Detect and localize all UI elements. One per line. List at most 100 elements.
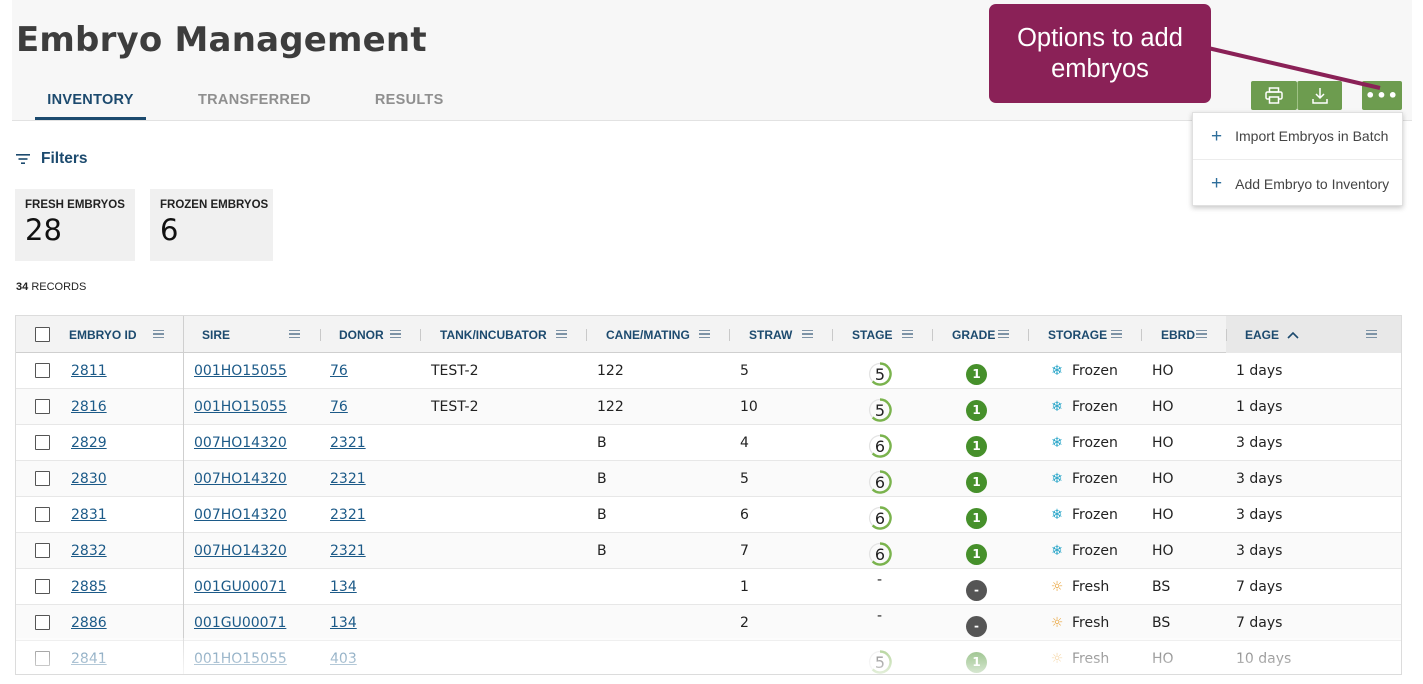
table-row[interactable]: 2830 007HO14320 2321 B 5 HO 3 days 6 1 ❄ Frozen	[16, 461, 1401, 497]
cell-ebrd: HO	[1152, 533, 1174, 569]
storage-label: Frozen	[1072, 471, 1118, 487]
frozen-embryos-card: FROZEN EMBRYOS 6	[150, 189, 273, 261]
cell-embryo-id-link[interactable]: 2886	[71, 615, 107, 631]
cell-sire-link[interactable]: 007HO14320	[194, 435, 287, 451]
cell-tank: TEST-2	[431, 353, 479, 389]
column-menu-icon[interactable]	[1366, 327, 1377, 341]
filters-toggle[interactable]: Filters	[16, 150, 88, 168]
cell-donor-link[interactable]: 2321	[330, 543, 366, 559]
column-menu-icon[interactable]	[556, 327, 567, 341]
cell-eage: 10 days	[1236, 641, 1291, 674]
header-sire[interactable]: SIRE	[202, 316, 230, 353]
row-checkbox[interactable]	[35, 615, 50, 630]
header-ebrd[interactable]: EBRD	[1161, 316, 1195, 353]
table-row[interactable]: 2811 001HO15055 76 TEST-2 122 5 HO 1 days 5 1 ❄ Fro…	[16, 353, 1401, 389]
select-all-checkbox[interactable]	[35, 327, 50, 342]
header-embryo-id[interactable]: EMBRYO ID	[69, 316, 137, 353]
row-checkbox[interactable]	[35, 399, 50, 414]
cell-eage-text: 3 days	[1236, 435, 1283, 451]
column-menu-icon[interactable]	[289, 327, 300, 341]
table-row[interactable]: 2831 007HO14320 2321 B 6 HO 3 days 6 1 ❄ Frozen	[16, 497, 1401, 533]
stage-ring-icon: 6	[868, 470, 892, 494]
table-row[interactable]: 2885 001GU00071 134 1 BS 7 days - - ☼ Fresh	[16, 569, 1401, 605]
header-eage[interactable]: EAGE	[1245, 316, 1299, 353]
cell-embryo-id-link[interactable]: 2811	[71, 363, 107, 379]
snowflake-icon: ❄	[1051, 543, 1063, 559]
column-menu-icon[interactable]	[1111, 327, 1122, 341]
cell-donor-link[interactable]: 403	[330, 651, 357, 667]
header-storage[interactable]: STORAGE	[1048, 316, 1107, 353]
row-checkbox[interactable]	[35, 579, 50, 594]
cell-eage-text: 3 days	[1236, 543, 1283, 559]
cell-donor-link[interactable]: 134	[330, 579, 357, 595]
cell-sire-link[interactable]: 001GU00071	[194, 615, 286, 631]
cell-grade: 1	[966, 353, 987, 389]
table-row[interactable]: 2886 001GU00071 134 2 BS 7 days - - ☼ Fresh	[16, 605, 1401, 641]
column-menu-icon[interactable]	[1196, 327, 1207, 341]
cell-donor-link[interactable]: 2321	[330, 435, 366, 451]
cell-cane: 122	[597, 353, 624, 389]
menu-item-add-embryo[interactable]: + Add Embryo to Inventory	[1193, 160, 1402, 207]
cell-embryo-id-link[interactable]: 2830	[71, 471, 107, 487]
cell-sire-link[interactable]: 007HO14320	[194, 507, 287, 523]
column-menu-icon[interactable]	[802, 327, 813, 341]
row-checkbox[interactable]	[35, 435, 50, 450]
grade-badge: 1	[966, 507, 987, 529]
header-tank-incubator[interactable]: TANK/INCUBATOR	[440, 316, 547, 353]
column-menu-icon[interactable]	[902, 327, 913, 341]
stage-ring-icon: 5	[868, 362, 892, 386]
cell-embryo-id: 2830	[71, 461, 107, 497]
header-stage[interactable]: STAGE	[852, 316, 892, 353]
cell-embryo-id-link[interactable]: 2816	[71, 399, 107, 415]
cell-donor-link[interactable]: 76	[330, 363, 348, 379]
cell-embryo-id-link[interactable]: 2832	[71, 543, 107, 559]
row-checkbox[interactable]	[35, 363, 50, 378]
cell-sire-link[interactable]: 007HO14320	[194, 471, 287, 487]
callout-line-1: Options to add	[1017, 24, 1183, 52]
column-separator	[420, 329, 421, 341]
cell-storage: ☼ Fresh	[1049, 569, 1110, 605]
row-checkbox[interactable]	[35, 471, 50, 486]
cell-sire-link[interactable]: 001HO15055	[194, 399, 287, 415]
stage-value: 6	[874, 544, 886, 564]
column-menu-icon[interactable]	[390, 327, 401, 341]
cell-stage: 6	[868, 461, 892, 497]
stage-empty: -	[877, 608, 883, 624]
row-checkbox[interactable]	[35, 507, 50, 522]
header-donor[interactable]: DONOR	[339, 316, 384, 353]
header-grade[interactable]: GRADE	[952, 316, 995, 353]
header-straw[interactable]: STRAW	[749, 316, 792, 353]
cell-donor: 134	[330, 605, 357, 641]
cell-embryo-id-link[interactable]: 2831	[71, 507, 107, 523]
cell-embryo-id-link[interactable]: 2885	[71, 579, 107, 595]
cell-sire-link[interactable]: 001GU00071	[194, 579, 286, 595]
cell-sire: 001GU00071	[194, 569, 286, 605]
cell-eage: 3 days	[1236, 461, 1282, 497]
cell-donor-link[interactable]: 134	[330, 615, 357, 631]
table-row[interactable]: 2841 001HO15055 403 HO 10 days 5 1 ☼ Fresh	[16, 641, 1401, 674]
cell-donor-link[interactable]: 2321	[330, 507, 366, 523]
cell-ebrd: HO	[1152, 461, 1174, 497]
column-menu-icon[interactable]	[699, 327, 710, 341]
cell-embryo-id: 2886	[71, 605, 107, 641]
cell-sire-link[interactable]: 001HO15055	[194, 651, 287, 667]
table-row[interactable]: 2816 001HO15055 76 TEST-2 122 10 HO 1 days 5 1 ❄ Fr…	[16, 389, 1401, 425]
menu-item-import-batch[interactable]: + Import Embryos in Batch	[1193, 113, 1402, 160]
cell-embryo-id-link[interactable]: 2829	[71, 435, 107, 451]
row-checkbox[interactable]	[35, 651, 50, 666]
cell-embryo-id-link[interactable]: 2841	[71, 651, 107, 667]
column-menu-icon[interactable]	[153, 327, 164, 341]
row-checkbox[interactable]	[35, 543, 50, 558]
cell-donor-link[interactable]: 2321	[330, 471, 366, 487]
cell-cane: B	[597, 533, 607, 569]
cell-straw: 4	[740, 425, 749, 461]
cell-sire-link[interactable]: 001HO15055	[194, 363, 287, 379]
snowflake-icon: ❄	[1051, 399, 1063, 415]
column-menu-icon[interactable]	[998, 327, 1009, 341]
cell-sire: 007HO14320	[194, 461, 287, 497]
table-row[interactable]: 2829 007HO14320 2321 B 4 HO 3 days 6 1 ❄ Frozen	[16, 425, 1401, 461]
cell-sire-link[interactable]: 007HO14320	[194, 543, 287, 559]
header-cane-mating[interactable]: CANE/MATING	[606, 316, 690, 353]
table-row[interactable]: 2832 007HO14320 2321 B 7 HO 3 days 6 1 ❄ Frozen	[16, 533, 1401, 569]
cell-donor-link[interactable]: 76	[330, 399, 348, 415]
